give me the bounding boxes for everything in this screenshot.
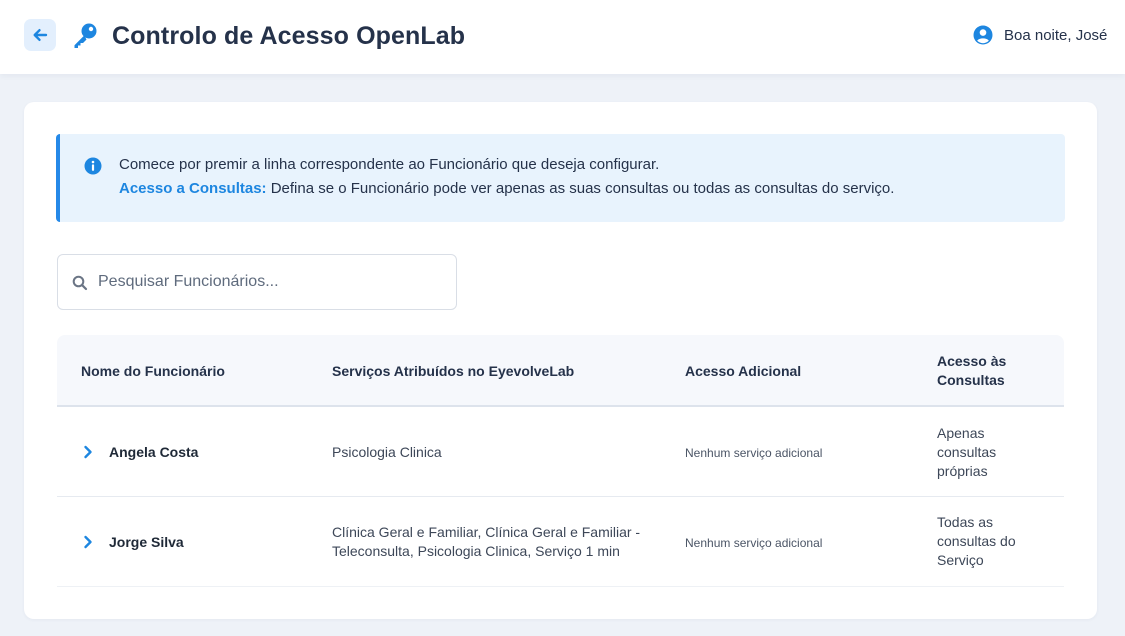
assigned-services-line1: Psicologia Clinica: [332, 444, 442, 460]
search-input[interactable]: [98, 256, 448, 308]
chevron-right-icon[interactable]: [81, 535, 95, 549]
consult-access-line3: próprias: [937, 463, 988, 479]
employee-name: Angela Costa: [109, 444, 199, 460]
chevron-right-icon[interactable]: [81, 445, 95, 459]
assigned-services-line2: Teleconsulta, Psicologia Clinica, Serviç…: [332, 543, 620, 559]
column-header-services[interactable]: Serviços Atribuídos no EyevolveLab: [332, 362, 574, 381]
back-button[interactable]: [24, 19, 56, 51]
info-banner: Comece por premir a linha correspondente…: [56, 134, 1065, 222]
top-bar: Controlo de Acesso OpenLab Boa noite, Jo…: [0, 0, 1125, 74]
consult-access-line1: Todas as: [937, 514, 994, 530]
search-box[interactable]: [57, 254, 457, 310]
assigned-services: Clínica Geral e Familiar, Clínica Geral …: [332, 523, 652, 561]
table-header: Nome do Funcionário Serviços Atribuídos …: [57, 335, 1064, 407]
consult-access: Apenas consultas próprias: [937, 424, 1037, 481]
column-header-extra-access[interactable]: Acesso Adicional: [685, 362, 801, 381]
assigned-services: Psicologia Clinica: [332, 443, 652, 462]
column-header-consult-access[interactable]: Acesso às Consultas: [937, 352, 1006, 390]
consult-access: Todas as consultas do Serviço: [937, 513, 1037, 570]
consult-access-line3: Serviço: [937, 552, 984, 568]
column-header-name[interactable]: Nome do Funcionário: [81, 362, 225, 381]
consult-access-line2: consultas: [937, 444, 997, 460]
user-greeting[interactable]: Boa noite, José: [1004, 27, 1107, 44]
info-description: Defina se o Funcionário pode ver apenas …: [266, 180, 895, 197]
info-icon: [84, 157, 102, 175]
page-title: Controlo de Acesso OpenLab: [112, 22, 466, 50]
info-label: Acesso a Consultas:: [119, 180, 267, 197]
info-text-line1: Comece por premir a linha correspondente…: [119, 156, 660, 173]
consult-access-line2: consultas do: [937, 533, 1016, 549]
employees-table: Nome do Funcionário Serviços Atribuídos …: [57, 335, 1064, 587]
user-circle-icon[interactable]: [973, 25, 993, 45]
main-card: Comece por premir a linha correspondente…: [24, 102, 1097, 619]
column-header-consult-access-line2: Consultas: [937, 372, 1005, 388]
search-icon: [72, 275, 88, 291]
info-text-line2: Acesso a Consultas: Defina se o Funcioná…: [119, 180, 894, 197]
arrow-left-icon: [33, 29, 48, 41]
table-row[interactable]: Jorge Silva Clínica Geral e Familiar, Cl…: [57, 497, 1064, 587]
assigned-services-line1: Clínica Geral e Familiar, Clínica Geral …: [332, 524, 641, 540]
employee-name: Jorge Silva: [109, 534, 184, 550]
table-row[interactable]: Angela Costa Psicologia Clinica Nenhum s…: [57, 407, 1064, 497]
consult-access-line1: Apenas: [937, 425, 985, 441]
key-icon: [74, 23, 97, 48]
column-header-consult-access-line1: Acesso às: [937, 353, 1007, 369]
extra-access: Nenhum serviço adicional: [685, 536, 823, 550]
extra-access: Nenhum serviço adicional: [685, 446, 823, 460]
